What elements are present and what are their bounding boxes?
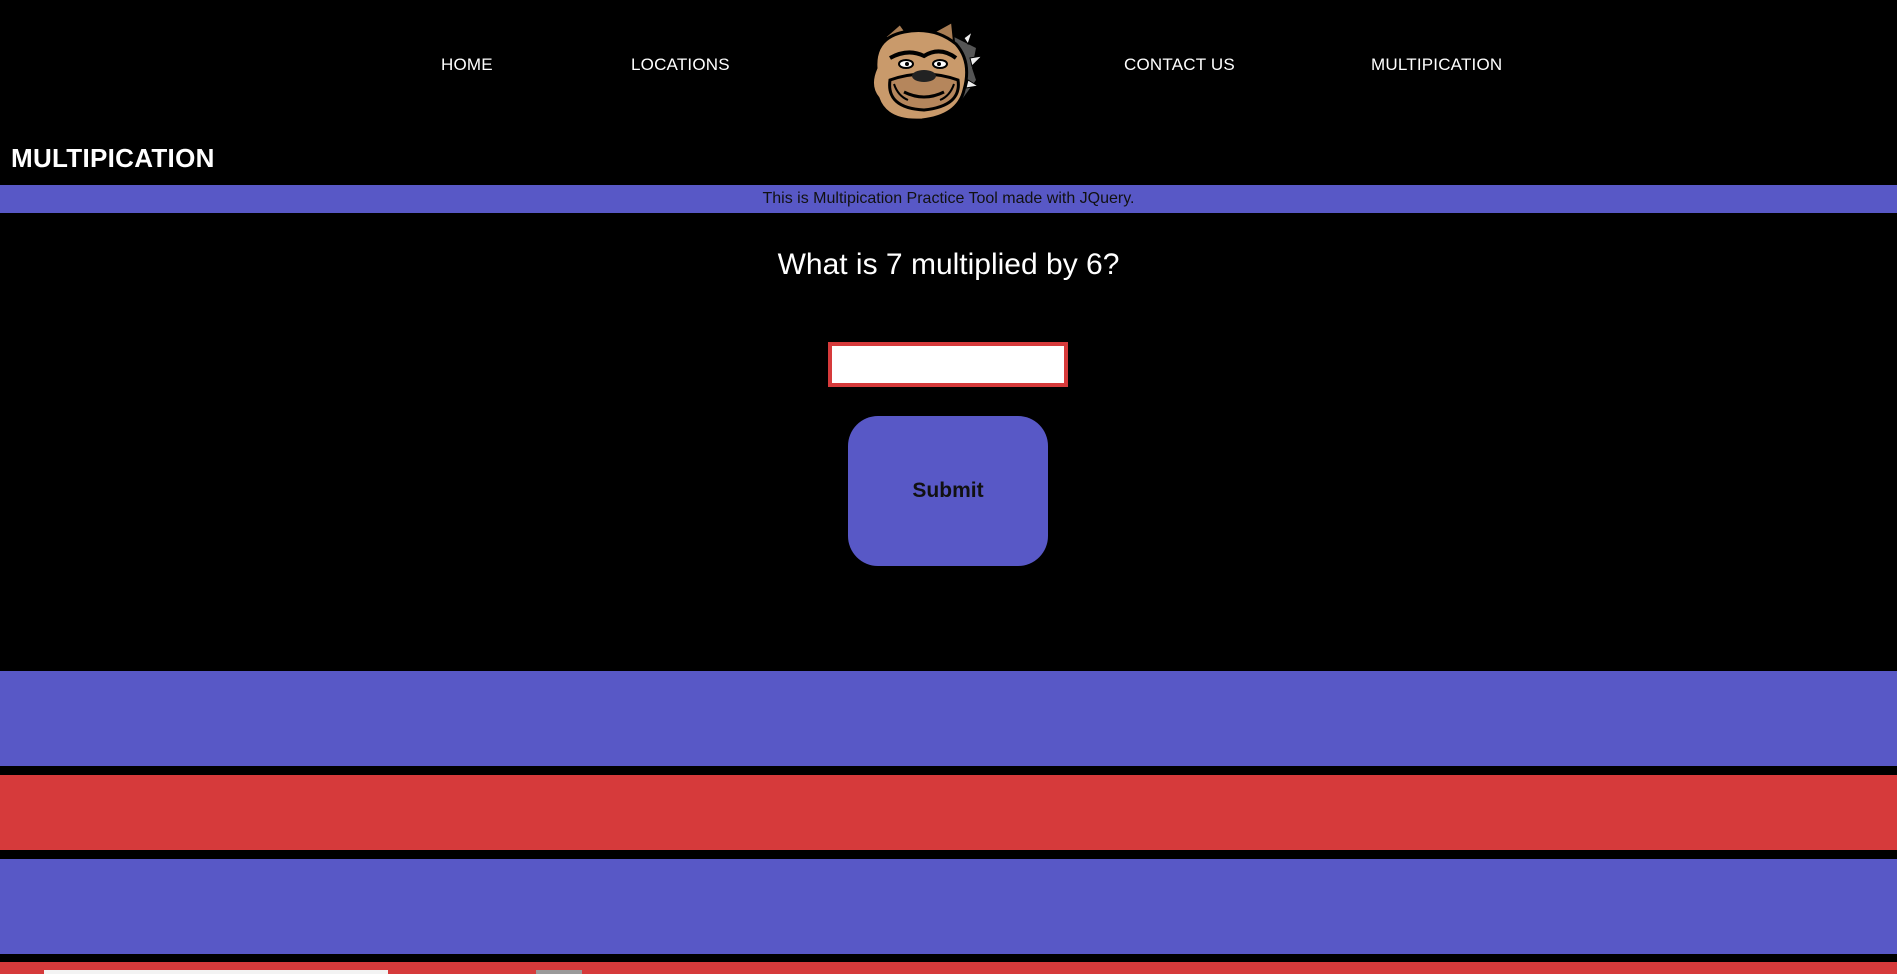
submit-button[interactable]: Submit	[848, 416, 1048, 566]
footer-band-blue-1	[0, 671, 1897, 766]
nav-home-link[interactable]: HOME	[441, 55, 493, 75]
question-text: What is 7 multiplied by 6?	[777, 248, 1120, 281]
answer-input[interactable]	[828, 342, 1068, 387]
nav-contact-us-link[interactable]: CONTACT US	[1124, 55, 1235, 75]
page-title: MULTIPICATION	[11, 143, 215, 173]
top-nav: HOME LOCATIONS CONTACT US MULTIPICATION	[0, 0, 1897, 130]
nav-multipication-link[interactable]: MULTIPICATION	[1371, 55, 1502, 75]
nav-locations-link[interactable]: LOCATIONS	[631, 55, 730, 75]
subtitle-text: This is Multipication Practice Tool made…	[762, 190, 1135, 207]
footer-band-red-1	[0, 775, 1897, 850]
footer-band-blue-2	[0, 859, 1897, 954]
bulldog-logo-icon[interactable]	[864, 18, 984, 124]
subtitle-banner: This is Multipication Practice Tool made…	[0, 185, 1897, 213]
footer-strip-grey	[536, 970, 582, 974]
footer-strip-light	[44, 970, 388, 974]
